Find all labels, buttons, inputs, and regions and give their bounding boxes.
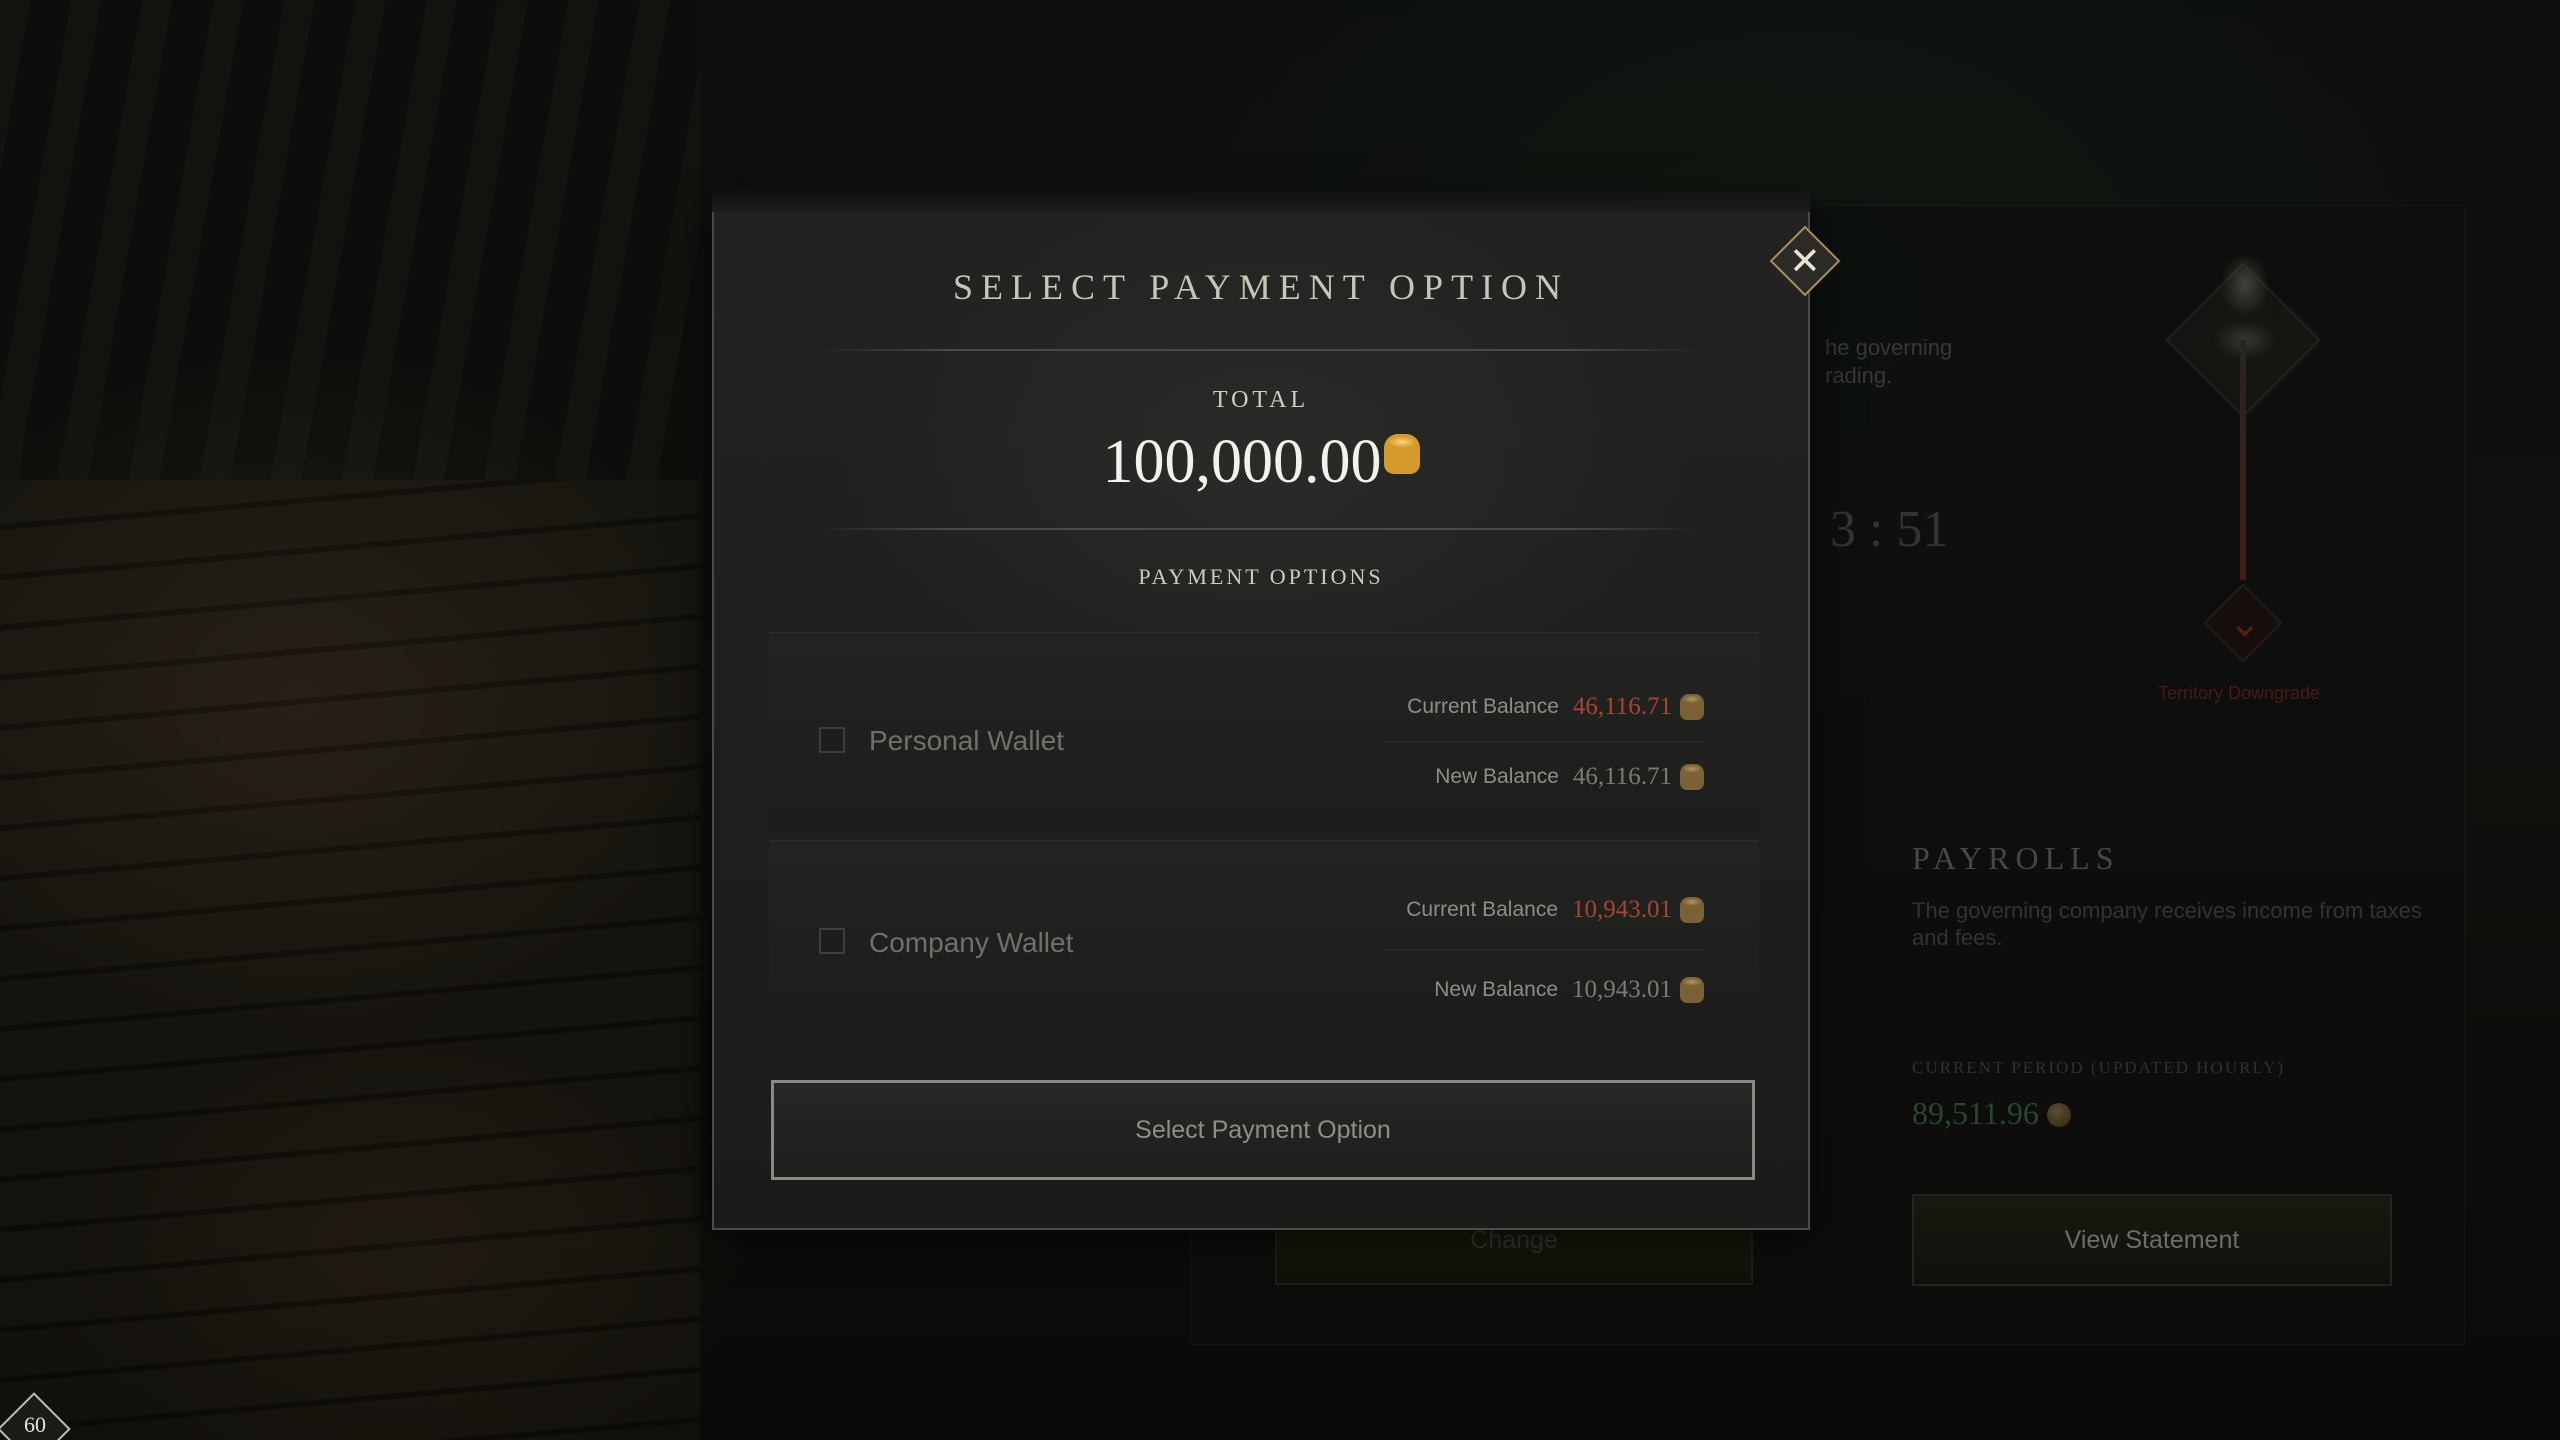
current-balance-label: Current Balance	[1406, 898, 1558, 921]
gold-coin-icon	[1383, 434, 1420, 474]
company-wallet-checkbox[interactable]	[819, 928, 845, 954]
new-balance-value: 10,943.01	[1572, 976, 1672, 1003]
personal-wallet-label: Personal Wallet	[869, 725, 1065, 756]
personal-current-balance: Current Balance 46,116.71	[1407, 693, 1704, 721]
coin-icon	[1680, 897, 1704, 923]
payment-option-company-wallet[interactable]: Company Wallet Current Balance 10,943.01…	[769, 840, 1759, 1040]
divider	[819, 349, 1699, 351]
close-icon: ✕	[1789, 239, 1821, 283]
modal-title: SELECT PAYMENT OPTION	[952, 267, 1570, 307]
current-balance-value: 10,943.01	[1572, 896, 1672, 923]
select-payment-option-button[interactable]: Select Payment Option	[771, 1080, 1755, 1180]
company-new-balance: New Balance 10,943.01	[1434, 976, 1704, 1004]
current-balance-label: Current Balance	[1407, 695, 1559, 718]
fps-value: 60	[24, 1412, 46, 1437]
coin-icon	[1680, 977, 1704, 1003]
new-balance-value: 46,116.71	[1572, 763, 1672, 790]
total-label: TOTAL	[1212, 387, 1310, 413]
divider	[1384, 949, 1704, 950]
payment-options-label: PAYMENT OPTIONS	[1138, 564, 1384, 589]
coin-icon	[1680, 764, 1704, 790]
select-payment-option-label: Select Payment Option	[1135, 1115, 1391, 1144]
company-current-balance: Current Balance 10,943.01	[1406, 896, 1704, 924]
divider	[1384, 741, 1704, 742]
new-balance-label: New Balance	[1434, 978, 1558, 1001]
personal-new-balance: New Balance 46,116.71	[1435, 763, 1704, 791]
current-balance-value: 46,116.71	[1572, 693, 1672, 720]
total-amount-value: 100,000.00	[1102, 428, 1382, 496]
payment-modal: SELECT PAYMENT OPTION ✕ TOTAL 100,000.00…	[712, 190, 1841, 1230]
coin-icon	[1680, 694, 1704, 720]
personal-wallet-checkbox[interactable]	[819, 727, 845, 753]
new-balance-label: New Balance	[1435, 765, 1559, 788]
fps-counter: 60	[0, 1392, 71, 1440]
payment-option-personal-wallet[interactable]: Personal Wallet Current Balance 46,116.7…	[769, 632, 1759, 832]
total-amount: 100,000.00	[714, 427, 1808, 498]
company-wallet-label: Company Wallet	[869, 927, 1074, 958]
divider	[819, 528, 1699, 530]
